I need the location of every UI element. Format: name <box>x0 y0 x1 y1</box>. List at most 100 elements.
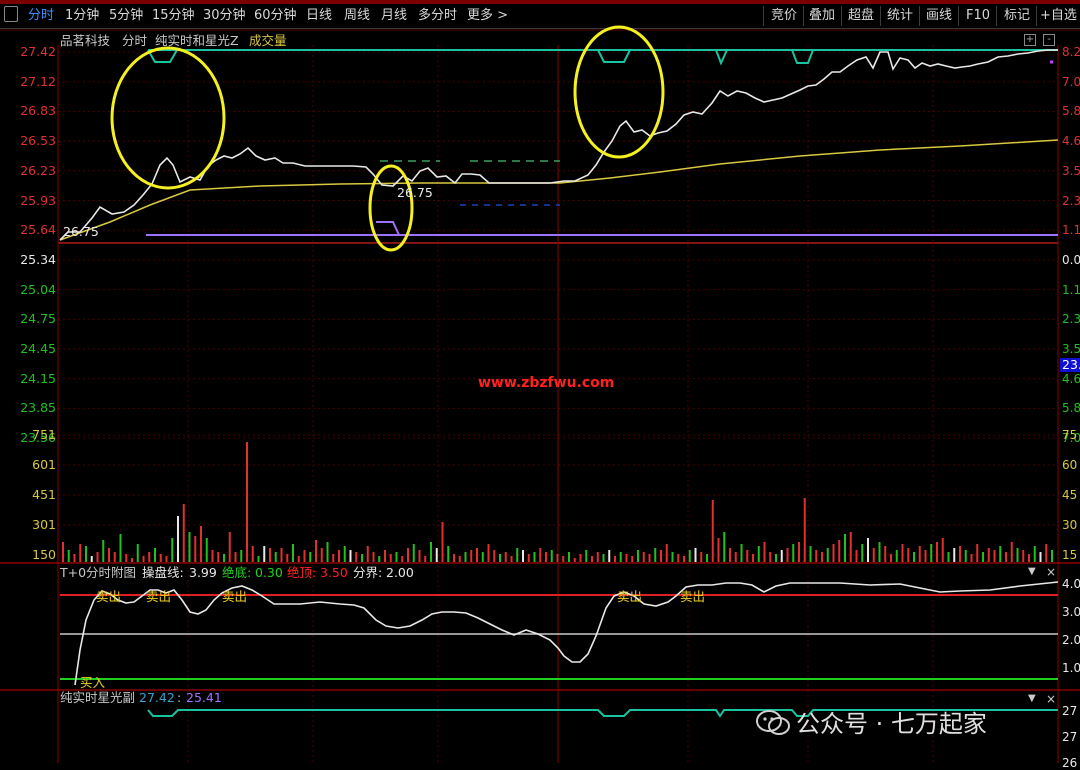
volume-bar <box>332 554 335 562</box>
axis-tick-label: 451 <box>32 487 56 502</box>
highlight-circle-right <box>573 25 665 159</box>
volume-bar <box>177 516 179 562</box>
volume-bar <box>441 522 444 562</box>
volume-bar <box>878 542 881 562</box>
volume-bar <box>976 544 979 562</box>
collapse-icon[interactable]: ▼ <box>1028 566 1036 577</box>
volume-bar <box>585 550 588 562</box>
volume-bar <box>343 546 346 562</box>
volume-bar <box>389 554 392 562</box>
volume-bar <box>573 558 576 562</box>
volume-bar <box>913 552 915 562</box>
volume-bar <box>108 548 110 562</box>
volume-bar <box>182 504 185 562</box>
volume-bar <box>303 550 306 562</box>
purple-step <box>376 221 400 236</box>
volume-bar <box>407 548 409 562</box>
volume-bar <box>499 554 501 562</box>
axis-tick-label: 2.3 <box>1062 193 1080 208</box>
volume-bar <box>1051 550 1053 562</box>
volume-bar <box>527 554 530 562</box>
axis-tick-label: 25.64 <box>20 222 56 238</box>
xg-value-1: 27.42 <box>139 690 175 705</box>
plus-icon[interactable]: + <box>1024 34 1036 46</box>
stock-name: 品茗科技 <box>60 33 111 48</box>
volume-bar <box>642 552 645 562</box>
volume-bar <box>786 548 789 562</box>
volume-bar <box>102 540 105 562</box>
volume-bar <box>315 540 317 562</box>
volume-bar <box>665 544 668 562</box>
volume-bar <box>338 550 340 562</box>
volume-bar <box>700 552 703 562</box>
volume-bar <box>890 554 892 562</box>
t0-caopan-value: 3.99 <box>189 565 217 580</box>
volume-bar <box>815 550 818 562</box>
axis-tick-label: 1.1 <box>1062 223 1080 238</box>
volume-bar <box>631 556 634 562</box>
collapse-icon[interactable]: ▼ <box>1028 693 1036 704</box>
axis-tick-label: 150 <box>32 547 56 562</box>
axis-tick-label: 4.6 <box>1062 371 1080 386</box>
close-icon[interactable]: × <box>1046 692 1056 706</box>
volume-bar <box>918 546 921 562</box>
volume-bar <box>257 556 260 562</box>
volume-bar <box>96 552 99 562</box>
volume-bar <box>217 552 220 562</box>
volume-bar <box>297 556 300 562</box>
volume-bar <box>159 554 162 562</box>
volume-bar <box>418 550 421 562</box>
volume-bar <box>194 536 197 562</box>
volume-bar <box>493 550 496 562</box>
xg-value-2: 25.41 <box>186 690 222 705</box>
volume-bar <box>142 556 145 562</box>
volume-bar <box>964 550 967 562</box>
volume-bar <box>516 548 519 562</box>
axis-tick-label: 26.53 <box>20 133 56 149</box>
close-icon[interactable]: × <box>1046 565 1056 579</box>
axis-tick-label: 5.8 <box>1062 104 1080 119</box>
volume-bar <box>677 554 680 562</box>
volume-bar <box>274 552 277 562</box>
volume-bar <box>671 552 674 562</box>
t0-judi-value: 0.30 <box>255 565 283 580</box>
volume-bar <box>148 552 151 562</box>
volume-bar <box>982 552 984 562</box>
volume-bar <box>723 532 726 562</box>
axis-tick-label: 24.15 <box>20 370 56 386</box>
chart-mode: 分时 <box>122 33 148 48</box>
avg-price-line <box>59 139 1059 241</box>
volume-bar <box>453 554 455 562</box>
volume-bar <box>769 552 772 562</box>
axis-tick-label: 25.34 <box>20 251 56 267</box>
volume-bar <box>809 546 812 562</box>
volume-bar <box>775 554 777 562</box>
base-price-label: 26.75 <box>63 224 99 239</box>
volume-bar <box>1028 554 1030 562</box>
price-line <box>59 49 1058 241</box>
volume-bar <box>188 532 191 562</box>
volume-bar <box>504 552 507 562</box>
volume-bar <box>269 548 271 562</box>
volume-bar <box>234 552 237 562</box>
volume-bar <box>752 554 754 562</box>
volume-bar <box>125 554 128 562</box>
axis-tick-label: 26.83 <box>20 103 56 119</box>
volume-bar <box>1016 548 1019 562</box>
volume-bar <box>579 554 582 562</box>
volume-bar <box>895 550 898 562</box>
volume-bar <box>717 538 720 562</box>
volume-bar <box>435 548 438 562</box>
volume-bar <box>458 556 461 562</box>
volume-bar <box>372 552 375 562</box>
volume-bar <box>959 546 961 562</box>
volume-bar <box>510 556 513 562</box>
volume-bar <box>205 538 208 562</box>
axis-tick-label: 45 <box>1062 488 1078 502</box>
minus-icon[interactable]: - <box>1043 34 1055 46</box>
volume-bar <box>90 556 93 562</box>
volume-bar <box>361 554 363 562</box>
indicator-name: 纯实时和星光Z <box>155 33 239 48</box>
volume-bar <box>608 550 611 562</box>
volume-bar <box>1010 542 1013 562</box>
